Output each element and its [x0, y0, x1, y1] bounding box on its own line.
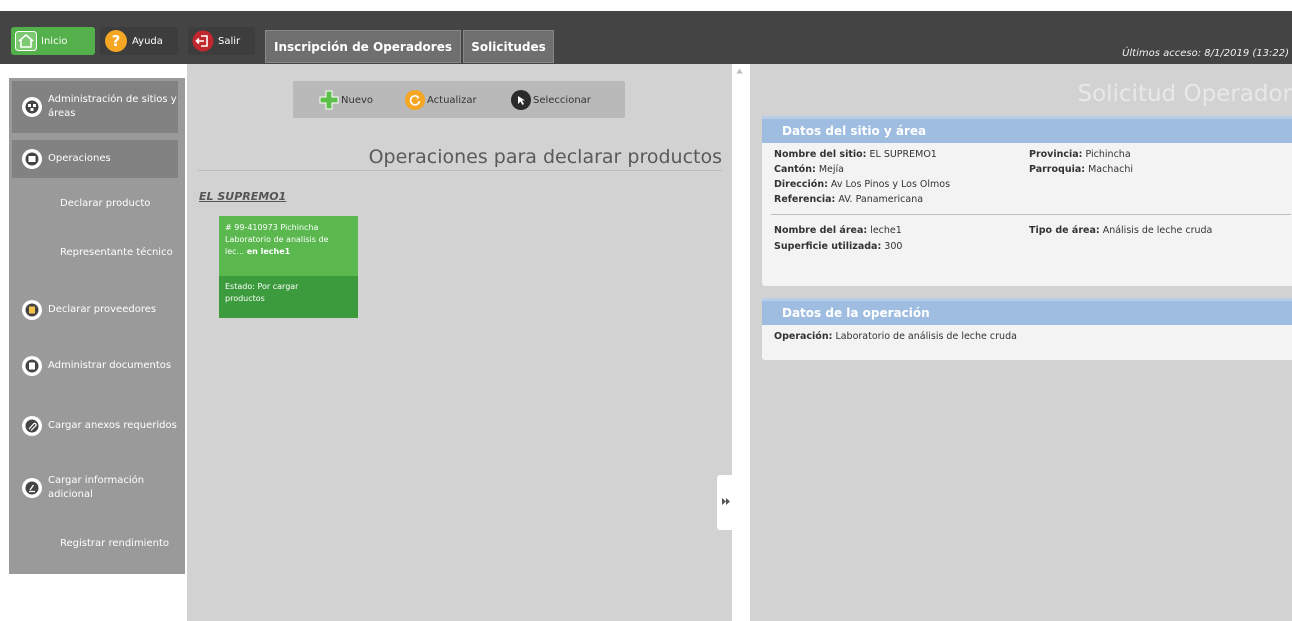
sidebar-item-label: Cargar información adicional — [48, 475, 145, 500]
sidebar-item-upload-additional-info[interactable]: Cargar información adicional — [12, 466, 178, 510]
add-icon — [319, 90, 339, 110]
address-row: Dirección: Av Los Pinos y Los Olmos — [774, 179, 951, 190]
exit-icon — [192, 30, 214, 52]
operation-area: lec... en leche1 — [225, 247, 291, 256]
suppliers-icon — [22, 300, 42, 320]
site-area-heading: Datos del sitio y área — [762, 116, 1292, 143]
sidebar-item-label: Declarar producto — [60, 198, 151, 209]
section-divider — [771, 214, 1291, 215]
exit-button[interactable]: Salir — [188, 27, 255, 55]
sidebar-item-operations[interactable]: Operaciones — [12, 140, 178, 178]
attachments-icon — [22, 416, 42, 436]
sidebar-item-label: Cargar anexos requeridos — [48, 420, 177, 431]
sidebar-item-label: Declarar proveedores — [48, 304, 157, 315]
top-bar: Inicio ? Ayuda Salir Inscripción de Oper… — [0, 11, 1292, 64]
documents-icon — [22, 356, 42, 376]
sidebar-item-upload-attachments[interactable]: Cargar anexos requeridos — [12, 404, 178, 448]
sites-icon — [22, 97, 42, 117]
help-label: Ayuda — [132, 35, 163, 47]
operation-name: Laboratorio de analisis de — [225, 235, 329, 244]
last-access-text: Últimos acceso: 8/1/2019 (13:22) — [1122, 48, 1289, 59]
home-button[interactable]: Inicio — [11, 27, 95, 55]
refresh-label: Actualizar — [427, 94, 477, 106]
sidebar-item-sites-areas[interactable]: Administración de sitios y áreas — [12, 81, 178, 133]
request-title: Solicitud Operador — [1077, 81, 1292, 107]
sidebar-item-label: Operaciones — [48, 153, 111, 164]
select-icon — [511, 90, 531, 110]
site-link[interactable]: EL SUPREMO1 — [199, 190, 286, 203]
operations-panel: Nuevo Actualizar Seleccionar Operaciones… — [187, 64, 732, 621]
select-button[interactable]: Seleccionar — [511, 90, 591, 110]
site-name-row: Nombre del sitio: EL SUPREMO1 — [774, 149, 937, 160]
exit-label: Salir — [218, 35, 241, 47]
operation-card-info: # 99-410973 Pichincha Laboratorio de ana… — [219, 216, 358, 276]
operation-row: Operación: Laboratorio de análisis de le… — [774, 331, 1017, 342]
sidebar-item-label: Registrar rendimiento — [60, 538, 169, 549]
operation-panel: Datos de la operación Operación: Laborat… — [762, 298, 1292, 360]
app-window: Inicio ? Ayuda Salir Inscripción de Oper… — [0, 0, 1292, 621]
operation-card-status: Estado: Por cargar productos — [219, 276, 358, 318]
operation-status: Estado: Por cargar — [225, 282, 299, 291]
operation-code: # 99-410973 Pichincha — [225, 223, 319, 232]
new-button[interactable]: Nuevo — [319, 90, 373, 110]
area-type-row: Tipo de área: Análisis de leche cruda — [1029, 225, 1213, 236]
help-icon: ? — [104, 29, 128, 53]
operation-card[interactable]: # 99-410973 Pichincha Laboratorio de ana… — [219, 216, 358, 318]
sidebar-item-label: Representante técnico — [60, 247, 173, 258]
operation-heading: Datos de la operación — [762, 298, 1292, 325]
page-title: Operaciones para declarar productos — [368, 146, 722, 168]
double-arrow-right-icon — [721, 497, 730, 508]
sidebar: Administración de sitios y áreas Operaci… — [9, 78, 185, 574]
select-label: Seleccionar — [533, 94, 591, 106]
refresh-button[interactable]: Actualizar — [405, 90, 477, 110]
home-icon — [15, 31, 37, 51]
sidebar-item-label: Administración de sitios y áreas — [48, 94, 177, 119]
new-label: Nuevo — [341, 94, 374, 106]
operation-status-cont: productos — [225, 294, 265, 303]
request-panel: Solicitud Operador Datos del sitio y áre… — [750, 64, 1292, 621]
collapse-panel-button[interactable] — [717, 475, 734, 530]
area-name-row: Nombre del área: leche1 — [774, 225, 902, 236]
surface-row: Superficie utilizada: 300 — [774, 241, 903, 252]
scroll-up-icon[interactable] — [736, 68, 743, 74]
panel-splitter[interactable] — [732, 64, 747, 621]
svg-text:?: ? — [112, 32, 121, 50]
info-icon — [22, 478, 42, 498]
operations-icon — [22, 149, 42, 169]
sidebar-item-label: Administrar documentos — [48, 360, 172, 371]
site-area-panel: Datos del sitio y área Nombre del sitio:… — [762, 116, 1292, 286]
canton-row: Cantón: Mejía — [774, 164, 844, 175]
parish-row: Parroquia: Machachi — [1029, 164, 1134, 175]
sidebar-item-declare-suppliers[interactable]: Declarar proveedores — [12, 288, 178, 332]
help-button[interactable]: ? Ayuda — [100, 27, 178, 55]
reference-row: Referencia: AV. Panamericana — [774, 194, 924, 205]
province-row: Provincia: Pichincha — [1029, 149, 1131, 160]
sidebar-item-manage-documents[interactable]: Administrar documentos — [12, 344, 178, 388]
tab-requests[interactable]: Solicitudes — [463, 30, 554, 63]
tab-operator-registration[interactable]: Inscripción de Operadores — [265, 30, 461, 63]
toolbar: Nuevo Actualizar Seleccionar — [293, 81, 625, 118]
home-label: Inicio — [41, 35, 68, 47]
title-divider — [198, 170, 722, 171]
refresh-icon — [405, 90, 425, 110]
